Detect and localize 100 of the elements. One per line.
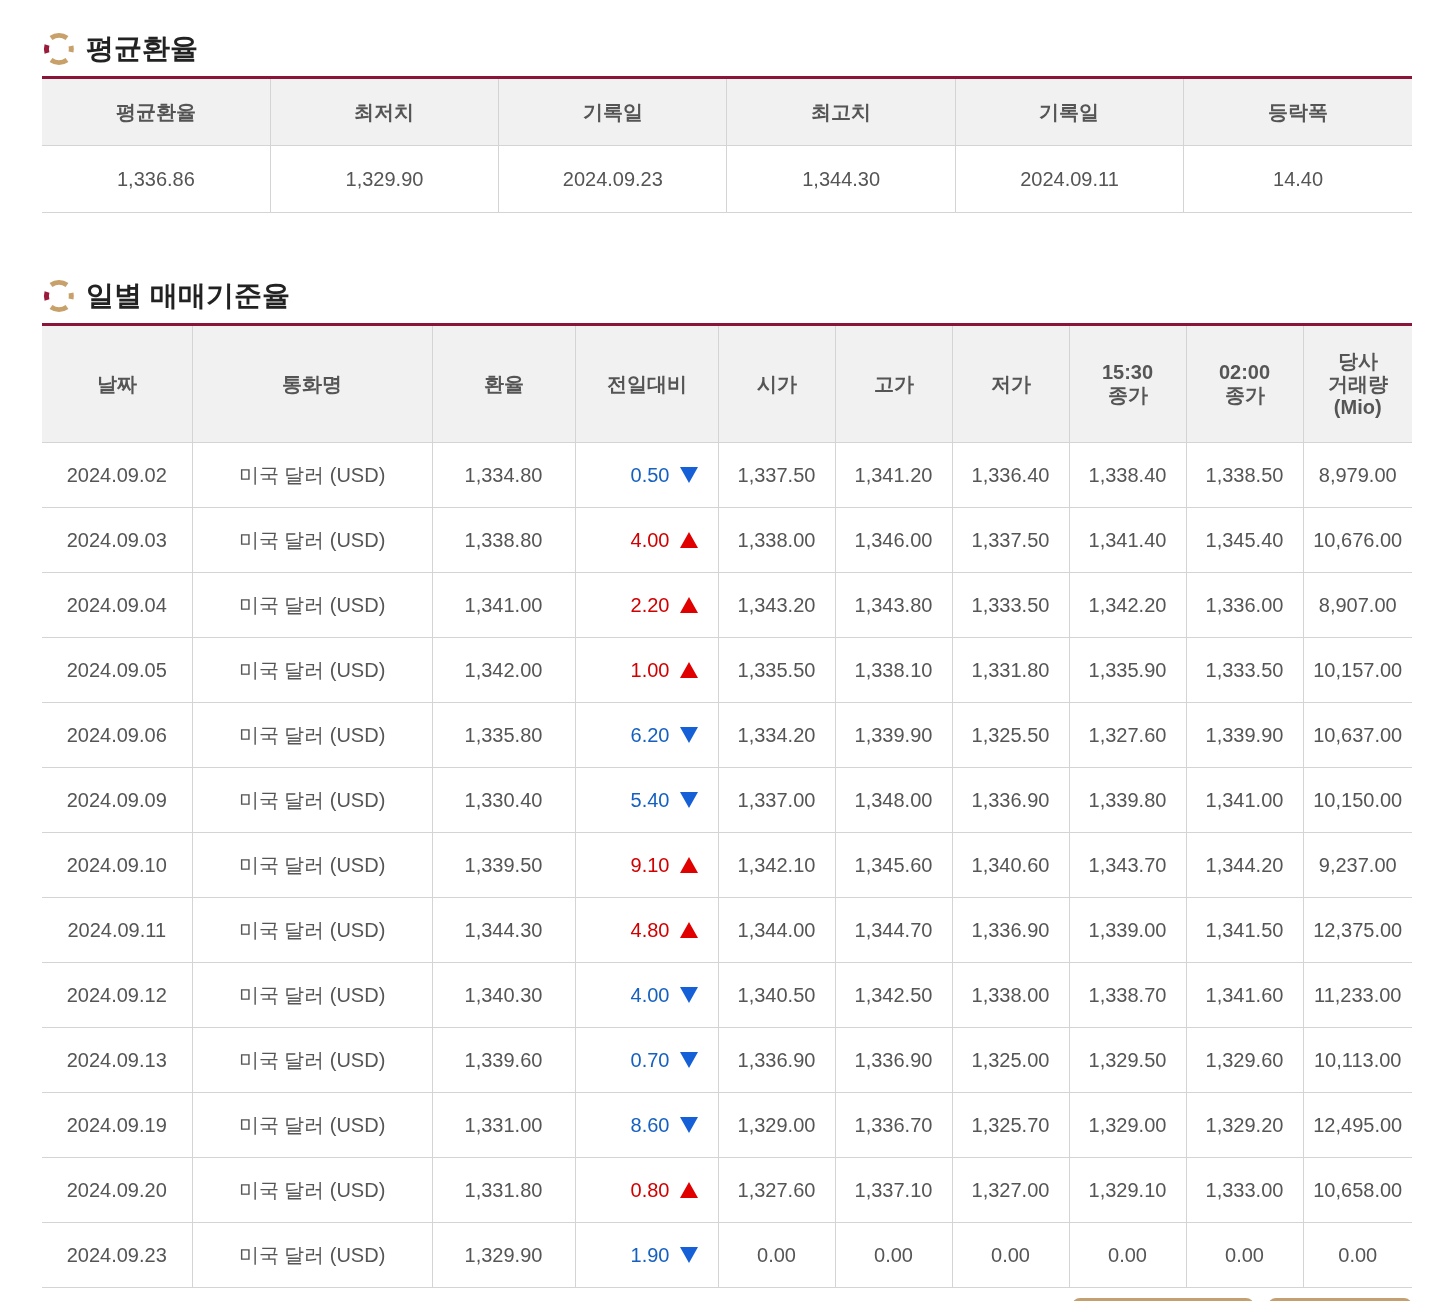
table-cell: 1,344.70	[835, 897, 952, 963]
change-value: 1.00	[630, 658, 670, 682]
table-cell: 1,325.50	[952, 702, 1069, 768]
table-cell: 2024.09.11	[42, 897, 192, 963]
table-cell: 2024.09.13	[42, 1027, 192, 1093]
table-cell: 미국 달러 (USD)	[192, 442, 432, 508]
table-cell: 1,339.90	[835, 702, 952, 768]
section-title: 평균환율	[86, 32, 198, 66]
table-cell: 미국 달러 (USD)	[192, 702, 432, 768]
table-cell: 1,329.60	[1186, 1027, 1303, 1093]
table-cell: 미국 달러 (USD)	[192, 1222, 432, 1288]
table-cell: 1,338.10	[835, 637, 952, 703]
table-cell: 1,337.10	[835, 1157, 952, 1223]
table-cell: 1,342.10	[718, 832, 835, 898]
table-cell: 미국 달러 (USD)	[192, 637, 432, 703]
column-header: 최저치	[270, 77, 499, 146]
table-cell: 미국 달러 (USD)	[192, 832, 432, 898]
change-value: 0.70	[630, 1048, 670, 1072]
table-cell: 1,336.40	[952, 442, 1069, 508]
change-value: 4.00	[630, 528, 670, 552]
table-cell: 1,341.40	[1069, 507, 1186, 573]
table-cell: 1,341.60	[1186, 962, 1303, 1028]
change-value: 5.40	[630, 788, 670, 812]
table-cell: 1,331.80	[952, 637, 1069, 703]
table-cell: 1,338.70	[1069, 962, 1186, 1028]
table-cell: 1,329.90	[270, 145, 499, 213]
table-cell: 1,336.90	[952, 767, 1069, 833]
table-cell: 1,346.00	[835, 507, 952, 573]
table-cell: 2024.09.12	[42, 962, 192, 1028]
table-cell: 1,329.10	[1069, 1157, 1186, 1223]
table-cell: 2024.09.06	[42, 702, 192, 768]
table-cell: 1,336.90	[835, 1027, 952, 1093]
table-cell: 1,329.90	[432, 1222, 575, 1288]
table-cell: 1,344.30	[432, 897, 575, 963]
table-cell: 미국 달러 (USD)	[192, 767, 432, 833]
table-cell: 1,333.50	[952, 572, 1069, 638]
table-cell: 2024.09.20	[42, 1157, 192, 1223]
table-cell: 1,338.80	[432, 507, 575, 573]
table-cell: 1,343.70	[1069, 832, 1186, 898]
table-cell: 1,330.40	[432, 767, 575, 833]
column-header: 고가	[873, 372, 914, 396]
column-header: 저가	[990, 372, 1031, 396]
table-cell: 1,345.60	[835, 832, 952, 898]
table-cell: 1,341.20	[835, 442, 952, 508]
change-value: 4.00	[630, 983, 670, 1007]
table-cell: 1,327.60	[1069, 702, 1186, 768]
table-cell: 1,335.50	[718, 637, 835, 703]
table-cell: 1,331.80	[432, 1157, 575, 1223]
table-cell: 1,327.00	[952, 1157, 1069, 1223]
table-cell: 1,335.80	[432, 702, 575, 768]
table-cell: 2024.09.09	[42, 767, 192, 833]
table-cell: 2024.09.11	[955, 145, 1184, 213]
column-header: 15:30 종가	[1101, 361, 1154, 407]
ring-icon	[42, 32, 76, 66]
change-value: 0.50	[630, 463, 670, 487]
column-header: 전일대비	[606, 372, 687, 396]
table-cell: 미국 달러 (USD)	[192, 1092, 432, 1158]
section-title: 일별 매매기준율	[86, 279, 290, 313]
table-cell: 1,325.00	[952, 1027, 1069, 1093]
table-cell: 미국 달러 (USD)	[192, 1027, 432, 1093]
table-cell: 2024.09.05	[42, 637, 192, 703]
change-value: 8.60	[630, 1113, 670, 1137]
change-value: 4.80	[630, 918, 670, 942]
table-cell: 1,333.00	[1186, 1157, 1303, 1223]
change-value: 1.90	[630, 1243, 670, 1267]
table-cell: 미국 달러 (USD)	[192, 1157, 432, 1223]
change-value: 6.20	[630, 723, 670, 747]
column-header: 평균환율	[42, 77, 271, 146]
table-cell: 0.00	[1186, 1222, 1303, 1288]
table-cell: 2024.09.19	[42, 1092, 192, 1158]
table-cell: 1,344.20	[1186, 832, 1303, 898]
table-cell: 미국 달러 (USD)	[192, 897, 432, 963]
table-cell: 1,336.90	[718, 1027, 835, 1093]
table-cell: 1,335.90	[1069, 637, 1186, 703]
table-cell: 1,336.90	[952, 897, 1069, 963]
table-cell: 2024.09.02	[42, 442, 192, 508]
column-header: 통화명	[282, 372, 342, 396]
table-cell: 1,336.70	[835, 1092, 952, 1158]
table-cell: 2024.09.23	[42, 1222, 192, 1288]
column-header: 시가	[756, 372, 797, 396]
table-cell: 1,344.00	[718, 897, 835, 963]
table-cell: 미국 달러 (USD)	[192, 962, 432, 1028]
table-cell: 1,340.60	[952, 832, 1069, 898]
table-cell: 1,336.86	[42, 145, 271, 213]
table-cell: 1,339.00	[1069, 897, 1186, 963]
column-header: 날짜	[96, 372, 137, 396]
table-cell: 미국 달러 (USD)	[192, 507, 432, 573]
table-cell: 1,344.30	[727, 145, 956, 213]
table-cell: 1,333.50	[1186, 637, 1303, 703]
table-cell: 1,336.00	[1186, 572, 1303, 638]
table-cell: 1,339.60	[432, 1027, 575, 1093]
table-cell: 1,327.60	[718, 1157, 835, 1223]
table-cell: 1,339.50	[432, 832, 575, 898]
table-cell: 2024.09.04	[42, 572, 192, 638]
table-cell: 1,345.40	[1186, 507, 1303, 573]
table-cell: 1,342.50	[835, 962, 952, 1028]
table-cell: 2024.09.10	[42, 832, 192, 898]
table-cell: 0.00	[1069, 1222, 1186, 1288]
table-cell: 0.00	[835, 1222, 952, 1288]
column-header: 02:00 종가	[1218, 361, 1271, 407]
